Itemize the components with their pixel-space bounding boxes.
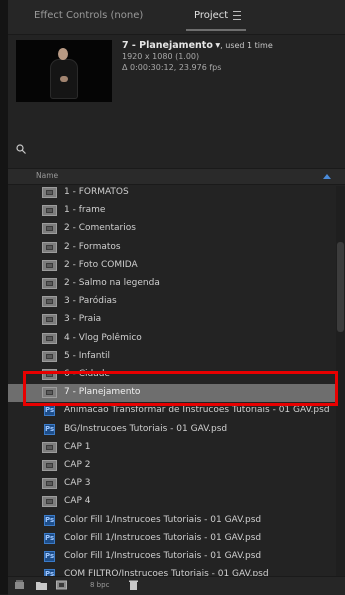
psd-file-icon: Ps [44,569,55,576]
list-item[interactable]: 2 - Comentarios [8,220,345,238]
psd-file-icon: Ps [44,551,55,562]
list-item-label: 2 - Salmo na legenda [64,278,160,288]
active-tab-indicator [186,29,246,31]
tab-effect-controls[interactable]: Effect Controls (none) [34,10,143,21]
preview-item-name: 7 - Planejamento [122,40,213,51]
list-item[interactable]: Ps Animacao Transformar de Instrucoes Tut… [8,402,345,420]
psd-file-icon: Ps [44,514,55,526]
composition-icon [42,478,57,490]
list-item[interactable]: 1 - FORMATOS [8,184,345,202]
list-item-label: 2 - Formatos [64,241,121,252]
list-item[interactable]: Ps COM FILTRO/Instrucoes Tutoriais - 01 G… [8,566,345,576]
column-header: Name [8,168,345,185]
list-item[interactable]: 4 - Vlog Polêmico [8,330,345,348]
trash-icon[interactable] [128,580,139,590]
list-item-label: COM FILTRO/Instrucoes Tutoriais - 01 GAV… [64,569,269,576]
composition-icon [42,350,57,362]
list-item[interactable]: 5 - Infantil [8,348,345,366]
list-item-label: CAP 2 [64,460,91,470]
sort-ascending-icon[interactable] [323,174,331,179]
left-edge [0,0,8,594]
psd-file-icon: Ps [44,405,55,417]
thumbnail-figure-head [58,48,68,60]
list-item[interactable]: Ps Color Fill 1/Instrucoes Tutoriais - 01… [8,548,345,566]
preview-info: 7 - Planejamento ▾, used 1 time 1920 x 1… [122,40,337,73]
color-depth-label[interactable]: 8 bpc [90,581,109,589]
list-item-label: CAP 1 [64,441,91,452]
composition-icon [42,259,57,271]
list-item-label: BG/Instrucoes Tutoriais - 01 GAV.psd [64,423,228,434]
list-item[interactable]: CAP 3 [8,475,345,493]
list-item-label: Color Fill 1/Instrucoes Tutoriais - 01 G… [64,551,262,561]
panel-menu-icon[interactable] [233,10,242,20]
project-footer: 8 bpc [8,576,345,595]
list-item-label: 4 - Vlog Polêmico [64,332,142,343]
list-item-label: 3 - Paródias [64,296,117,307]
list-item[interactable]: 2 - Foto COMIDA [8,257,345,275]
preview-thumbnail [16,40,112,102]
list-item[interactable]: 2 - Formatos [8,239,345,257]
search-bar [16,142,334,160]
psd-file-icon: Ps [44,423,55,435]
list-item-label: 5 - Infantil [64,350,110,361]
panel-tabs: Effect Controls (none) Project [8,0,345,35]
composition-icon [42,223,57,235]
tab-project[interactable]: Project [194,10,242,21]
composition-icon [42,332,57,344]
new-composition-icon[interactable] [56,580,67,590]
list-item[interactable]: CAP 4 [8,493,345,511]
preview-usage: , used 1 time [220,41,273,50]
list-item[interactable]: 2 - Salmo na legenda [8,275,345,293]
list-item-label: 2 - Comentarios [64,223,136,234]
list-item-label: 2 - Foto COMIDA [64,259,138,270]
composition-icon [42,314,57,326]
project-panel: Effect Controls (none) Project 7 - Plane… [8,0,345,595]
list-item[interactable]: 6 - Cidade [8,366,345,384]
preview-resolution: 1920 x 1080 (1.00) [122,52,200,61]
interpret-footage-icon[interactable] [14,580,25,590]
list-item-label: 7 - Planejamento [64,387,141,398]
search-input[interactable] [34,142,328,160]
list-item-label: 6 - Cidade [64,369,110,379]
composition-icon [42,187,57,198]
list-item-label: CAP 3 [64,478,91,489]
list-item[interactable]: Ps Color Fill 1/Instrucoes Tutoriais - 01… [8,512,345,530]
list-scrollbar[interactable] [336,186,345,576]
list-item[interactable]: Ps BG/Instrucoes Tutoriais - 01 GAV.psd [8,421,345,439]
search-icon[interactable] [16,144,26,154]
composition-icon [42,241,57,253]
column-name-header[interactable]: Name [36,171,58,180]
list-item-label: CAP 4 [64,496,91,507]
thumbnail-figure-hand [60,76,68,82]
composition-icon [42,278,57,289]
list-item[interactable]: 1 - frame [8,202,345,220]
list-item[interactable]: CAP 2 [8,457,345,475]
list-item-label: 3 - Praia [64,314,102,325]
list-item[interactable]: CAP 1 [8,439,345,457]
project-item-list: 1 - FORMATOS 1 - frame 2 - Comentarios 2 - … [8,184,345,576]
composition-icon [42,441,57,453]
list-item[interactable]: Ps Color Fill 1/Instrucoes Tutoriais - 01… [8,530,345,548]
list-item[interactable]: 3 - Praia [8,311,345,329]
scrollbar-thumb[interactable] [337,242,344,332]
psd-file-icon: Ps [44,532,55,544]
list-item-label: Animacao Transformar de Instrucoes Tutor… [64,405,330,416]
composition-icon [42,369,57,380]
composition-icon [42,205,57,217]
composition-icon [42,496,57,508]
composition-icon [42,460,57,471]
composition-icon [42,387,57,399]
list-item-label: Color Fill 1/Instrucoes Tutoriais - 01 G… [64,514,262,525]
list-item[interactable]: 3 - Paródias [8,293,345,311]
composition-icon [42,296,57,308]
list-item-label: 1 - FORMATOS [64,187,129,197]
preview-duration: Δ 0:00:30:12, 23.976 fps [122,63,222,72]
new-folder-icon[interactable] [36,580,47,590]
tab-project-label: Project [194,10,229,21]
list-item-label: 1 - frame [64,205,106,216]
list-item-selected[interactable]: 7 - Planejamento [8,384,345,403]
list-item-label: Color Fill 1/Instrucoes Tutoriais - 01 G… [64,532,262,543]
